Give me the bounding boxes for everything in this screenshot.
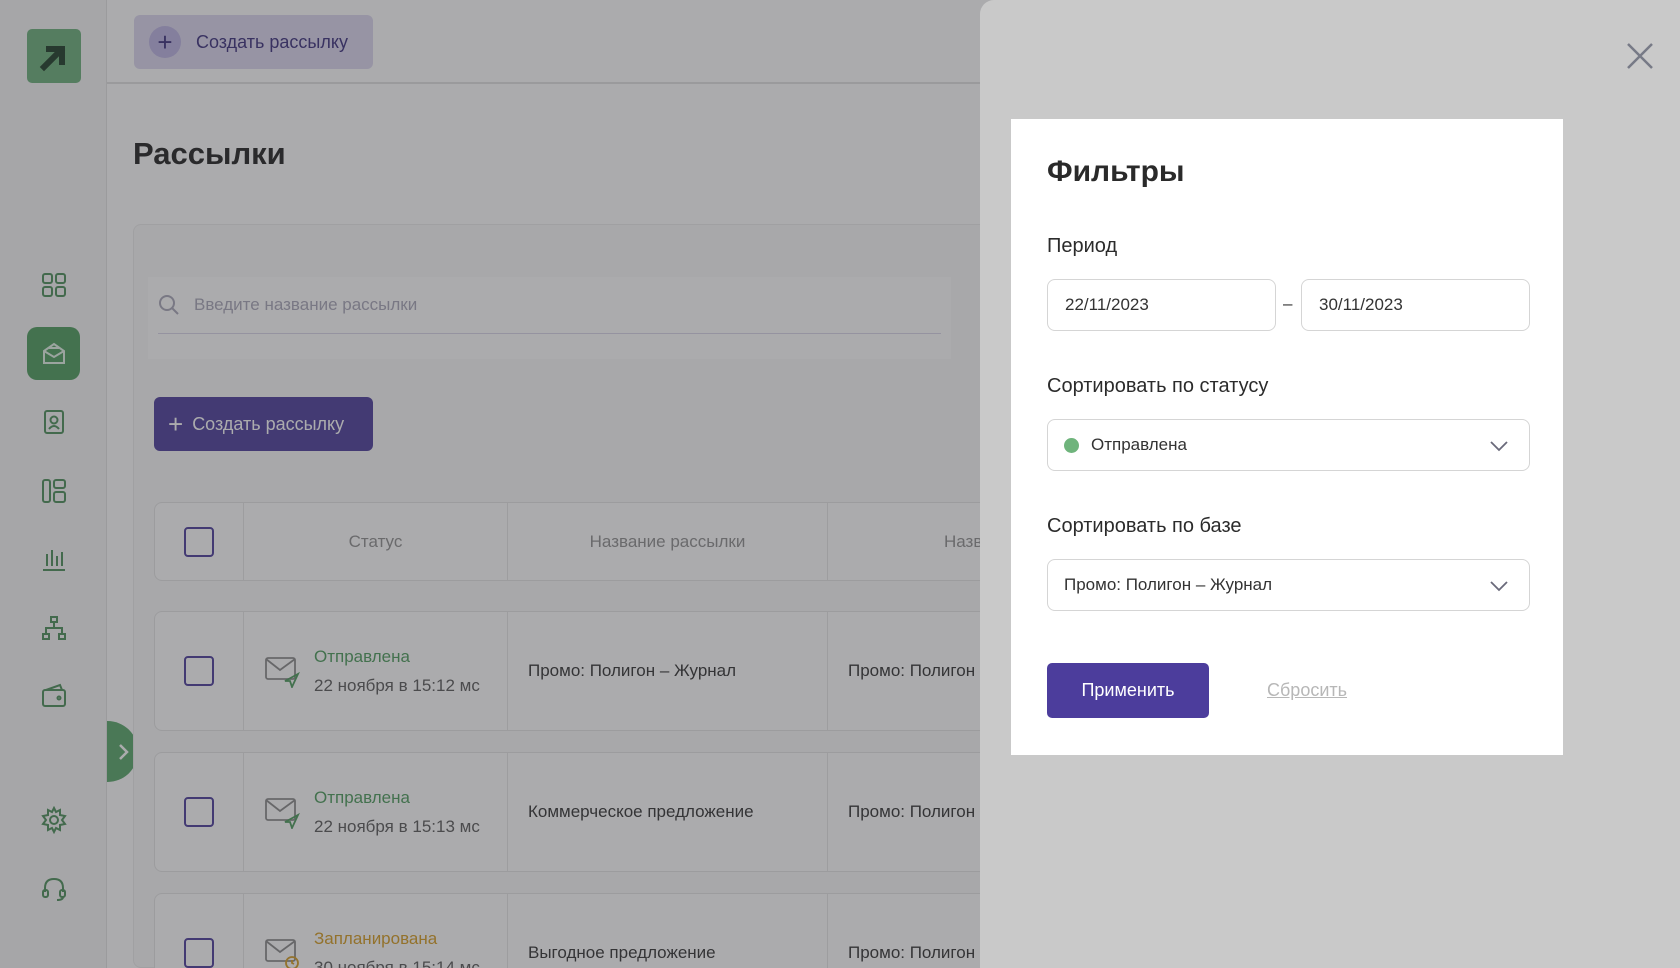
reset-link[interactable]: Сбросить: [1267, 680, 1347, 701]
status-select-value: Отправлена: [1091, 435, 1187, 454]
date-to-input[interactable]: 30/11/2023: [1301, 279, 1530, 331]
filters-title: Фильтры: [1047, 155, 1185, 188]
status-sort-label: Сортировать по статусу: [1047, 375, 1269, 397]
apply-button[interactable]: Применить: [1047, 663, 1209, 718]
base-select[interactable]: Промо: Полигон – Журнал: [1047, 559, 1530, 611]
date-to-value: 30/11/2023: [1319, 295, 1403, 314]
period-label: Период: [1047, 235, 1118, 257]
close-icon: [1627, 43, 1653, 69]
base-select-value: Промо: Полигон – Журнал: [1064, 575, 1273, 594]
date-from-input[interactable]: 22/11/2023: [1047, 279, 1276, 331]
close-drawer-button[interactable]: [1620, 36, 1660, 76]
date-separator: –: [1283, 294, 1293, 313]
base-sort-label: Сортировать по базе: [1047, 515, 1242, 537]
date-from-value: 22/11/2023: [1065, 295, 1149, 314]
filters-modal: Фильтры Период 22/11/2023 – 30/11/2023 С…: [1011, 119, 1563, 755]
status-dot-icon: [1064, 437, 1079, 453]
chevron-down-icon: [1490, 441, 1508, 452]
status-select[interactable]: Отправлена: [1047, 419, 1530, 471]
chevron-down-icon: [1490, 581, 1508, 592]
